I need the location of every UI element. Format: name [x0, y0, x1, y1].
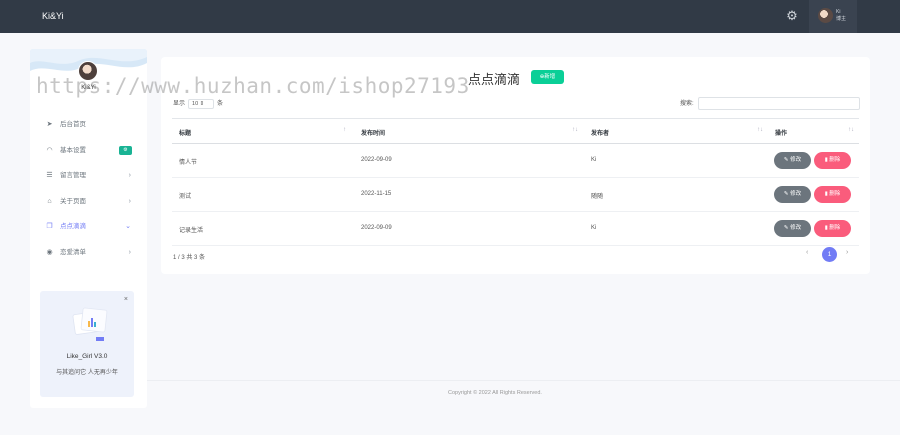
location-icon: ◉: [46, 248, 53, 256]
cell-title: 测试: [179, 194, 192, 200]
sidebar-item-settings[interactable]: ◠ 基本设置 ⚙: [30, 138, 147, 164]
column-header-title[interactable]: 标题: [179, 128, 191, 137]
page-length-control: 显示 10 ⇕ 条: [173, 99, 223, 109]
cell-date: 2022-11-15: [361, 191, 392, 197]
user-role: 博主: [836, 16, 847, 22]
edit-label: 修改: [790, 225, 802, 231]
cell-author: 随随: [591, 194, 604, 200]
sidebar-item-home[interactable]: ➤ 后台首页: [30, 112, 147, 138]
edit-button[interactable]: ✎ 修改: [774, 152, 811, 169]
dashboard-illustration: [72, 307, 108, 341]
table-row: 记录生活 2022-09-09 Ki ✎ 修改 ▮ 删除: [172, 212, 859, 246]
close-icon[interactable]: ×: [124, 296, 128, 303]
column-header-actions[interactable]: 操作: [775, 128, 787, 137]
cell-author: Ki: [591, 225, 597, 231]
delete-label: 删除: [829, 225, 841, 231]
column-header-author[interactable]: 发布者: [591, 128, 609, 137]
sidebar-item-label: 关于页面: [60, 197, 86, 205]
table-info: 1 / 3 共 3 条: [173, 255, 206, 261]
table-row: 情人节 2022-09-09 Ki ✎ 修改 ▮ 删除: [172, 144, 859, 178]
delete-label: 删除: [829, 157, 841, 163]
page-length-select[interactable]: 10 ⇕: [188, 99, 215, 109]
cell-title: 情人节: [179, 160, 198, 166]
sidebar-menu: ➤ 后台首页 ◠ 基本设置 ⚙ ☰ 留言管理 › ⌂ 关于页面 › ❐ 点点滴滴…: [30, 112, 147, 265]
user-name: Ki: [836, 9, 841, 15]
sidebar-item-label: 留言管理: [60, 172, 86, 179]
list-icon: ☰: [46, 172, 53, 179]
table-row: 测试 2022-11-15 随随 ✎ 修改 ▮ 删除: [172, 178, 859, 212]
profile-name: Ki&Yi: [81, 85, 96, 91]
promo-card: × Like_Girl V3.0 与其追问它 人无再少年: [40, 291, 134, 397]
content-card: 点点滴滴 ⊕新增 显示 10 ⇕ 条 搜索: 标题 ↑ 发布时间 ↑↓ 发布者 ↑↓…: [161, 57, 870, 274]
profile-avatar: [78, 61, 98, 81]
cell-author: Ki: [591, 157, 597, 163]
promo-title: Like_Girl V3.0: [66, 353, 108, 360]
cell-date: 2022-09-09: [361, 225, 392, 231]
promo-subtitle: 与其追问它 人无再少年: [56, 370, 118, 376]
page-title: 点点滴滴: [468, 73, 521, 88]
pagination-current-page[interactable]: 1: [822, 247, 837, 262]
column-header-date[interactable]: 发布时间: [361, 128, 385, 137]
sidebar-item-label: 基本设置: [60, 146, 86, 154]
delete-button[interactable]: ▮ 删除: [814, 152, 851, 169]
footer-copyright: Copyright © 2022 All Rights Reserved.: [448, 390, 542, 396]
search-label: 搜索:: [680, 101, 694, 107]
sidebar-item-label: 点点滴滴: [60, 223, 86, 230]
page-length-value: 10: [192, 101, 199, 107]
cell-date: 2022-09-09: [361, 157, 392, 163]
delete-button[interactable]: ▮ 删除: [814, 186, 851, 203]
chevron-right-icon: ›: [128, 197, 131, 205]
length-prefix: 显示: [173, 101, 186, 107]
cell-title: 记录生活: [179, 228, 204, 234]
sidebar-item-moments[interactable]: ❐ 点点滴滴 ⌄: [30, 214, 147, 240]
edit-button[interactable]: ✎ 修改: [774, 186, 811, 203]
sort-icon[interactable]: ↑: [343, 127, 346, 133]
sidebar: Ki&Yi ➤ 后台首页 ◠ 基本设置 ⚙ ☰ 留言管理 › ⌂ 关于页面 › …: [30, 49, 147, 408]
add-button-label: 新增: [544, 74, 556, 80]
gauge-icon: ◠: [46, 146, 53, 154]
top-navbar: Ki&Yi ⚙ Ki 博主: [0, 0, 900, 33]
pagination-next[interactable]: ›: [846, 249, 848, 256]
chevron-right-icon: ›: [128, 172, 131, 179]
sidebar-item-love-list[interactable]: ◉ 恋爱清单 ›: [30, 240, 147, 266]
pagination-prev[interactable]: ‹: [806, 249, 808, 256]
edit-button[interactable]: ✎ 修改: [774, 220, 811, 237]
settings-badge: ⚙: [119, 145, 132, 155]
edit-label: 修改: [790, 157, 802, 163]
gear-icon[interactable]: ⚙: [785, 9, 799, 23]
sidebar-item-messages[interactable]: ☰ 留言管理 ›: [30, 163, 147, 189]
delete-button[interactable]: ▮ 删除: [814, 220, 851, 237]
avatar: [818, 8, 833, 23]
chevron-down-icon: ⌄: [125, 223, 131, 230]
add-button[interactable]: ⊕新增: [531, 70, 564, 84]
search-input[interactable]: [698, 97, 860, 110]
table-header: 标题 ↑ 发布时间 ↑↓ 发布者 ↑↓ 操作 ↑↓: [172, 118, 859, 144]
sidebar-item-label: 恋爱清单: [60, 248, 86, 256]
brand-logo[interactable]: Ki&Yi: [42, 11, 64, 21]
sidebar-item-label: 后台首页: [60, 121, 86, 128]
delete-label: 删除: [829, 191, 841, 197]
edit-label: 修改: [790, 191, 802, 197]
sidebar-item-about[interactable]: ⌂ 关于页面 ›: [30, 189, 147, 215]
send-icon: ➤: [46, 121, 53, 128]
sort-icon[interactable]: ↑↓: [572, 127, 578, 133]
tag-icon: ⌂: [47, 197, 52, 205]
sort-icon[interactable]: ↑↓: [848, 127, 854, 133]
footer-divider: [147, 380, 900, 381]
data-table: 标题 ↑ 发布时间 ↑↓ 发布者 ↑↓ 操作 ↑↓ 情人节 2022-09-09…: [172, 118, 859, 246]
chevron-right-icon: ›: [128, 248, 131, 256]
sort-icon[interactable]: ↑↓: [757, 127, 763, 133]
user-menu[interactable]: Ki 博主: [809, 0, 857, 33]
copy-icon: ❐: [46, 223, 53, 230]
length-suffix: 条: [217, 101, 224, 107]
